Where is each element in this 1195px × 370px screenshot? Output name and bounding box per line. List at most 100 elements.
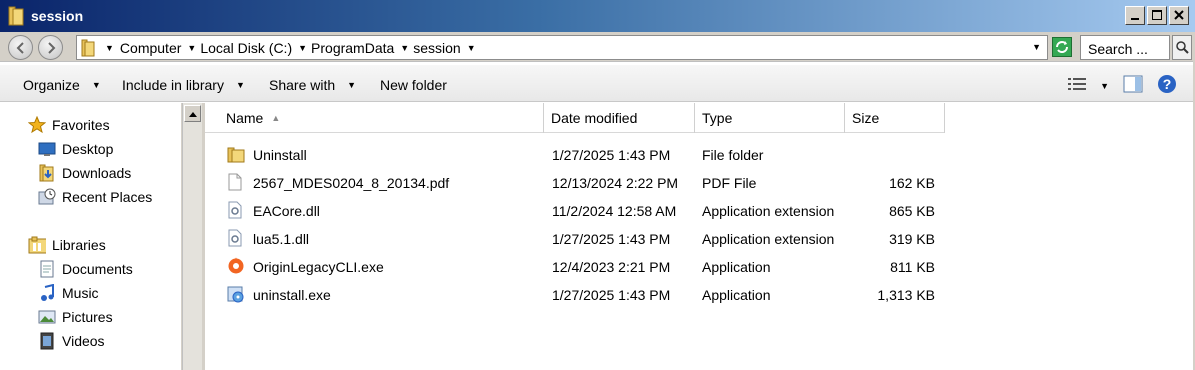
file-size: 319 KB	[889, 231, 935, 247]
file-type: File folder	[702, 147, 764, 163]
file-size: 811 KB	[890, 259, 935, 275]
file-date: 1/27/2025 1:43 PM	[552, 287, 671, 303]
file-name: uninstall.exe	[253, 287, 331, 303]
sidebar-item-videos[interactable]: Videos	[38, 330, 105, 352]
file-list: Name ▲ Date modified Type Size Uninstall …	[205, 103, 1193, 370]
star-icon	[28, 116, 46, 134]
dll-file-icon	[227, 229, 243, 250]
file-row-lua-dll[interactable]: lua5.1.dll 1/27/2025 1:43 PM Application…	[205, 225, 1193, 253]
sidebar-item-documents[interactable]: Documents	[38, 258, 133, 280]
file-date: 12/13/2024 2:22 PM	[552, 175, 679, 191]
file-size: 865 KB	[889, 203, 935, 219]
chevron-down-icon: ▼	[347, 80, 357, 90]
scroll-up-button[interactable]	[184, 105, 201, 122]
column-header-row: Name ▲ Date modified Type Size	[205, 103, 945, 133]
forward-arrow-icon	[48, 42, 56, 54]
file-date: 11/2/2024 12:58 AM	[552, 203, 677, 219]
file-type: Application extension	[702, 231, 835, 247]
file-row-pdf[interactable]: 2567_MDES0204_8_20134.pdf 12/13/2024 2:2…	[205, 169, 1193, 197]
column-header-name[interactable]: Name ▲	[205, 103, 544, 133]
root-chevron-icon[interactable]: ▼	[105, 43, 114, 53]
column-header-size[interactable]: Size	[845, 103, 945, 133]
music-icon	[38, 284, 56, 302]
breadcrumb-session[interactable]: session ▼	[413, 40, 479, 56]
file-size: 162 KB	[889, 175, 935, 191]
search-button[interactable]	[1172, 35, 1192, 60]
breadcrumb[interactable]: ▼ Computer ▼ Local Disk (C:) ▼ ProgramData…	[76, 35, 1048, 60]
file-size: 1,313 KB	[877, 287, 935, 303]
share-with-menu[interactable]: Share with ▼	[269, 77, 356, 93]
column-header-type[interactable]: Type	[695, 103, 845, 133]
chevron-down-icon: ▼	[91, 80, 101, 90]
recent-places-icon	[38, 188, 56, 206]
pictures-icon	[38, 308, 56, 326]
folder-icon	[227, 145, 245, 166]
file-row-eacore-dll[interactable]: EACore.dll 11/2/2024 12:58 AM Applicatio…	[205, 197, 1193, 225]
new-folder-button[interactable]: New folder	[380, 77, 447, 93]
help-button[interactable]: ?	[1157, 74, 1177, 97]
change-view-button[interactable]	[1068, 77, 1087, 94]
file-date: 12/4/2023 2:21 PM	[552, 259, 671, 275]
minimize-button[interactable]	[1125, 6, 1145, 25]
breadcrumb-programdata[interactable]: ProgramData ▼	[311, 40, 413, 56]
sidebar-item-favorites[interactable]: Favorites	[28, 114, 110, 136]
details-view-icon	[1068, 78, 1087, 90]
file-date: 1/27/2025 1:43 PM	[552, 147, 671, 163]
libraries-icon	[28, 236, 46, 254]
desktop-icon	[38, 140, 56, 158]
maximize-button[interactable]	[1147, 6, 1167, 25]
include-in-library-menu[interactable]: Include in library ▼	[122, 77, 245, 93]
navigation-pane: Favorites Desktop Downloads Recent Place…	[0, 103, 182, 370]
refresh-icon	[1056, 41, 1068, 53]
address-history-dropdown[interactable]: ▼	[1032, 42, 1041, 52]
file-type: Application extension	[702, 203, 835, 219]
column-header-date-modified[interactable]: Date modified	[544, 103, 695, 133]
view-options-dropdown[interactable]: ▼	[1100, 81, 1109, 91]
command-bar: Organize ▼ Include in library ▼ Share with…	[0, 64, 1195, 102]
sidebar-item-libraries[interactable]: Libraries	[28, 234, 106, 256]
search-input[interactable]: Search ...	[1080, 35, 1170, 60]
folder-icon	[8, 6, 24, 29]
refresh-button[interactable]	[1052, 37, 1072, 57]
location-folder-icon	[81, 39, 95, 57]
address-bar: ▼ Computer ▼ Local Disk (C:) ▼ ProgramData…	[0, 32, 1195, 62]
file-row-origin-exe[interactable]: OriginLegacyCLI.exe 12/4/2023 2:21 PM Ap…	[205, 253, 1193, 281]
breadcrumb-computer[interactable]: Computer ▼	[120, 40, 200, 56]
search-icon	[1176, 41, 1189, 54]
close-button[interactable]	[1169, 6, 1189, 25]
file-name: OriginLegacyCLI.exe	[253, 259, 384, 275]
file-type: Application	[702, 259, 771, 275]
sidebar-item-desktop[interactable]: Desktop	[38, 138, 113, 160]
file-date: 1/27/2025 1:43 PM	[552, 231, 671, 247]
back-arrow-icon	[16, 42, 24, 54]
file-row-uninstall-folder[interactable]: Uninstall 1/27/2025 1:43 PM File folder	[205, 141, 1193, 169]
svg-text:?: ?	[1163, 76, 1172, 92]
file-type: Application	[702, 287, 771, 303]
organize-menu[interactable]: Organize ▼	[23, 77, 101, 93]
documents-icon	[38, 260, 56, 278]
sidebar-item-music[interactable]: Music	[38, 282, 99, 304]
back-button[interactable]	[8, 35, 33, 60]
sidebar-item-downloads[interactable]: Downloads	[38, 162, 131, 184]
help-icon: ?	[1158, 75, 1176, 93]
origin-app-icon	[227, 257, 245, 278]
sidebar-item-recent-places[interactable]: Recent Places	[38, 186, 152, 208]
up-arrow-icon	[189, 112, 197, 117]
file-name: lua5.1.dll	[253, 231, 310, 247]
file-row-uninstall-exe[interactable]: uninstall.exe 1/27/2025 1:43 PM Applicat…	[205, 281, 1193, 309]
dll-file-icon	[227, 201, 243, 222]
preview-pane-button[interactable]	[1123, 75, 1143, 96]
preview-pane-icon	[1123, 75, 1143, 93]
sidebar-item-pictures[interactable]: Pictures	[38, 306, 113, 328]
navigation-scrollbar[interactable]	[182, 103, 202, 370]
title-bar: session	[0, 0, 1195, 32]
breadcrumb-local-disk[interactable]: Local Disk (C:) ▼	[200, 40, 311, 56]
chevron-down-icon: ▼	[235, 80, 245, 90]
downloads-icon	[38, 164, 56, 182]
pdf-file-icon	[227, 173, 243, 194]
file-name: Uninstall	[253, 147, 307, 163]
file-type: PDF File	[702, 175, 757, 191]
file-name: 2567_MDES0204_8_20134.pdf	[253, 175, 450, 191]
forward-button[interactable]	[38, 35, 63, 60]
window-title: session	[31, 8, 84, 24]
